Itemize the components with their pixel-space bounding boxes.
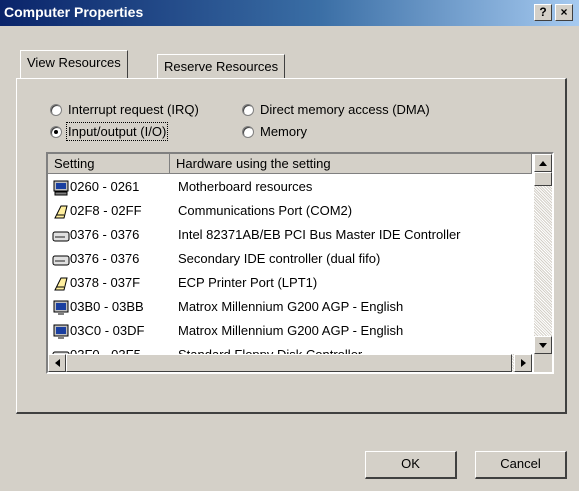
radio-irq-label: Interrupt request (IRQ) bbox=[68, 102, 199, 117]
computer-properties-dialog: Computer Properties ? × View Resources R… bbox=[0, 0, 579, 491]
ok-button[interactable]: OK bbox=[365, 451, 457, 479]
tab-reserve-resources[interactable]: Reserve Resources bbox=[157, 54, 286, 78]
table-row[interactable]: 0260 - 0261 Motherboard resources bbox=[48, 176, 530, 200]
cancel-button-label: Cancel bbox=[500, 456, 541, 471]
scroll-up-button[interactable] bbox=[534, 154, 552, 172]
table-row[interactable]: 0376 - 0376 Secondary IDE controller (du… bbox=[48, 248, 530, 272]
hardware-value: Intel 82371AB/EB PCI Bus Master IDE Cont… bbox=[178, 227, 461, 242]
monitor-icon bbox=[53, 324, 69, 339]
vertical-scrollbar[interactable] bbox=[534, 154, 552, 354]
column-header-setting[interactable]: Setting bbox=[48, 154, 170, 174]
hardware-value: ECP Printer Port (LPT1) bbox=[178, 275, 318, 290]
scroll-right-button[interactable] bbox=[514, 354, 532, 372]
hardware-value: Matrox Millennium G200 AGP - English bbox=[178, 323, 404, 338]
radio-memory-label: Memory bbox=[260, 124, 307, 139]
radio-dma-label: Direct memory access (DMA) bbox=[260, 102, 430, 117]
hardware-value: Motherboard resources bbox=[178, 179, 313, 194]
column-header-hardware-label: Hardware using the setting bbox=[176, 156, 331, 171]
cancel-button[interactable]: Cancel bbox=[475, 451, 567, 479]
scroll-left-button[interactable] bbox=[48, 354, 66, 372]
scroll-thumb-horizontal[interactable] bbox=[66, 354, 512, 372]
radio-memory[interactable]: Memory bbox=[242, 124, 307, 139]
ok-button-label: OK bbox=[401, 456, 420, 471]
radio-selected-dot bbox=[54, 129, 58, 134]
column-header-setting-label: Setting bbox=[54, 156, 95, 171]
window-title: Computer Properties bbox=[4, 4, 144, 20]
radio-io[interactable]: Input/output (I/O) bbox=[50, 122, 169, 141]
table-row[interactable]: 03C0 - 03DF Matrox Millennium G200 AGP -… bbox=[48, 320, 530, 344]
hardware-value: Communications Port (COM2) bbox=[178, 203, 353, 218]
computer-icon bbox=[53, 180, 69, 196]
scroll-thumb[interactable] bbox=[534, 172, 552, 186]
setting-value: 0260 - 0261 bbox=[70, 179, 140, 194]
radio-dma[interactable]: Direct memory access (DMA) bbox=[242, 102, 430, 117]
port-icon bbox=[54, 277, 68, 291]
help-button[interactable]: ? bbox=[534, 4, 552, 21]
arrow-left-icon bbox=[54, 359, 60, 367]
title-bar[interactable]: Computer Properties ? × bbox=[0, 0, 579, 26]
resource-list[interactable]: Setting Hardware using the setting 0260 … bbox=[46, 152, 554, 374]
tab-view-resources[interactable]: View Resources bbox=[20, 50, 128, 78]
horizontal-scrollbar[interactable] bbox=[48, 354, 532, 372]
setting-value: 0376 - 0376 bbox=[70, 251, 140, 266]
help-icon: ? bbox=[539, 5, 547, 19]
setting-value: 03C0 - 03DF bbox=[70, 323, 145, 338]
radio-irq[interactable]: Interrupt request (IRQ) bbox=[50, 102, 199, 117]
arrow-up-icon bbox=[539, 160, 547, 166]
table-row[interactable]: 03B0 - 03BB Matrox Millennium G200 AGP -… bbox=[48, 296, 530, 320]
table-row[interactable]: 02F8 - 02FF Communications Port (COM2) bbox=[48, 200, 530, 224]
monitor-icon bbox=[53, 300, 69, 315]
setting-value: 03B0 - 03BB bbox=[70, 299, 144, 314]
radio-irq-circle[interactable] bbox=[50, 103, 62, 116]
setting-value: 02F8 - 02FF bbox=[70, 203, 142, 218]
arrow-down-icon bbox=[539, 342, 547, 348]
drive-controller-icon bbox=[52, 231, 70, 242]
close-button[interactable]: × bbox=[555, 4, 573, 21]
table-row[interactable]: 0376 - 0376 Intel 82371AB/EB PCI Bus Mas… bbox=[48, 224, 530, 248]
column-header-hardware[interactable]: Hardware using the setting bbox=[170, 154, 532, 174]
setting-value: 0376 - 0376 bbox=[70, 227, 140, 242]
scroll-corner bbox=[534, 354, 552, 372]
scroll-down-button[interactable] bbox=[534, 336, 552, 354]
radio-memory-circle[interactable] bbox=[242, 125, 254, 138]
port-icon bbox=[54, 205, 68, 219]
setting-value: 0378 - 037F bbox=[70, 275, 141, 290]
hardware-value: Matrox Millennium G200 AGP - English bbox=[178, 299, 404, 314]
radio-io-label: Input/output (I/O) bbox=[65, 122, 169, 141]
radio-dma-circle[interactable] bbox=[242, 103, 254, 116]
radio-io-circle[interactable] bbox=[50, 125, 62, 138]
close-icon: × bbox=[560, 5, 568, 19]
hardware-value: Secondary IDE controller (dual fifo) bbox=[178, 251, 381, 266]
tab-view-resources-label: View Resources bbox=[27, 55, 121, 70]
table-row[interactable]: 0378 - 037F ECP Printer Port (LPT1) bbox=[48, 272, 530, 296]
arrow-right-icon bbox=[520, 359, 526, 367]
tab-reserve-resources-label: Reserve Resources bbox=[164, 59, 279, 74]
drive-controller-icon bbox=[52, 255, 70, 266]
